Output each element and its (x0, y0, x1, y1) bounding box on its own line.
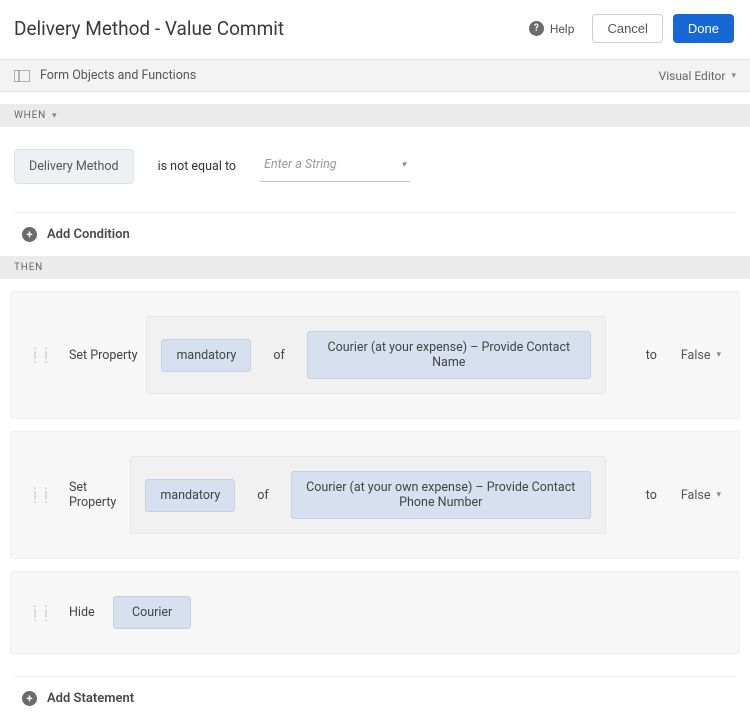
add-condition-label: Add Condition (47, 227, 130, 242)
chevron-down-icon: ▾ (716, 350, 721, 360)
property-token[interactable]: mandatory (161, 339, 251, 372)
action-body: mandatory of Courier (at your expense) –… (146, 316, 605, 394)
add-statement-label: Add Statement (47, 691, 134, 706)
when-subject-chip[interactable]: Delivery Method (14, 149, 134, 184)
value-label: False (681, 348, 711, 363)
value-dropdown[interactable]: False ▾ (681, 488, 721, 503)
done-button[interactable]: Done (673, 14, 734, 43)
help-label: Help (550, 22, 575, 36)
target-token[interactable]: Courier (at your own expense) – Provide … (291, 471, 591, 519)
toolbar: Form Objects and Functions Visual Editor… (0, 59, 750, 92)
action-type[interactable]: Set Property (69, 348, 146, 363)
drag-handle-icon[interactable]: ⋮⋮⋮⋮ (29, 608, 51, 618)
to-text: to (646, 348, 657, 363)
target-token[interactable]: Courier (at your expense) – Provide Cont… (307, 331, 591, 379)
when-condition-row: Delivery Method is not equal to Enter a … (0, 127, 750, 184)
value-dropdown[interactable]: False ▾ (681, 348, 721, 363)
target-token[interactable]: Courier (113, 596, 191, 629)
header-actions: ? Help Cancel Done (529, 14, 734, 43)
help-icon: ? (529, 21, 544, 36)
header: Delivery Method - Value Commit ? Help Ca… (0, 0, 750, 59)
then-action-card: ⋮⋮⋮⋮ Set Property mandatory of Courier (… (10, 431, 740, 559)
action-tail: to False ▾ (646, 488, 721, 503)
page-title: Delivery Method - Value Commit (14, 17, 284, 40)
then-action-card: ⋮⋮⋮⋮ Hide Courier (10, 571, 740, 654)
of-text: of (273, 348, 284, 363)
chevron-down-icon: ▾ (731, 71, 736, 81)
toolbar-left-label: Form Objects and Functions (40, 68, 196, 83)
editor-mode-label: Visual Editor (659, 69, 726, 83)
then-action-card: ⋮⋮⋮⋮ Set Property mandatory of Courier (… (10, 291, 740, 419)
when-section-header[interactable]: When ▾ (0, 104, 750, 127)
panel-icon (14, 70, 30, 82)
help-link[interactable]: ? Help (529, 21, 575, 36)
add-condition-button[interactable]: + Add Condition (0, 213, 750, 256)
drag-handle-icon[interactable]: ⋮⋮⋮⋮ (29, 490, 51, 500)
action-body: mandatory of Courier (at your own expens… (130, 456, 605, 534)
action-type[interactable]: Set Property (69, 480, 130, 510)
chevron-down-icon: ▾ (716, 490, 721, 500)
editor-mode-dropdown[interactable]: Visual Editor ▾ (659, 69, 736, 83)
drag-handle-icon[interactable]: ⋮⋮⋮⋮ (29, 350, 51, 360)
cancel-button[interactable]: Cancel (592, 14, 662, 43)
action-type[interactable]: Hide (69, 605, 113, 620)
plus-icon: + (22, 691, 37, 706)
when-label: When (14, 110, 46, 121)
when-value-placeholder: Enter a String (264, 157, 337, 172)
when-operator[interactable]: is not equal to (158, 159, 236, 174)
to-text: to (646, 488, 657, 503)
action-tail: to False ▾ (646, 348, 721, 363)
property-token[interactable]: mandatory (145, 479, 235, 512)
then-label: Then (14, 262, 43, 273)
plus-icon: + (22, 227, 37, 242)
chevron-down-icon: ▾ (52, 111, 57, 121)
of-text: of (257, 488, 268, 503)
add-statement-button[interactable]: + Add Statement (0, 677, 750, 720)
when-value-input[interactable]: Enter a String ▾ (260, 151, 410, 182)
value-label: False (681, 488, 711, 503)
then-section-header: Then (0, 256, 750, 279)
chevron-down-icon: ▾ (402, 160, 407, 170)
toolbar-left[interactable]: Form Objects and Functions (14, 68, 196, 83)
